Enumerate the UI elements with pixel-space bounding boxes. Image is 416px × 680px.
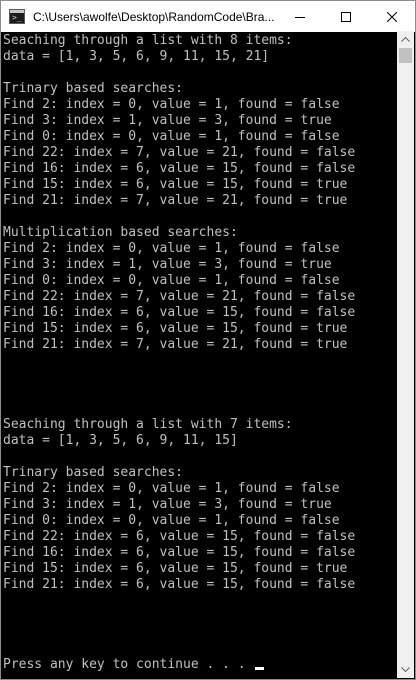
console-line: data = [1, 3, 5, 6, 9, 11, 15]	[3, 433, 238, 449]
console-line: Find 2: index = 0, value = 1, found = fa…	[3, 481, 340, 497]
scroll-thumb[interactable]	[399, 48, 412, 63]
console-line-text: Find 0: index = 0, value = 1, found = fa…	[3, 513, 340, 528]
maximize-button[interactable]	[323, 1, 369, 32]
text-cursor	[255, 667, 265, 670]
scroll-up-button[interactable]	[397, 31, 414, 48]
console-line: Find 22: index = 7, value = 21, found = …	[3, 145, 355, 161]
console-line-text: Find 15: index = 6, value = 15, found = …	[3, 561, 348, 576]
console-line: Seaching through a list with 8 items:	[3, 33, 293, 49]
console-line-text: Find 16: index = 6, value = 15, found = …	[3, 305, 356, 320]
console-line-text: Find 15: index = 6, value = 15, found = …	[3, 177, 348, 192]
console-line: Find 2: index = 0, value = 1, found = fa…	[3, 97, 340, 113]
console-line-text: data = [1, 3, 5, 6, 9, 11, 15, 21]	[3, 49, 270, 64]
console-line: data = [1, 3, 5, 6, 9, 11, 15, 21]	[3, 49, 269, 65]
console-line: Find 3: index = 1, value = 3, found = tr…	[3, 113, 332, 129]
console-app-icon-prompt: >_	[12, 13, 22, 22]
close-icon	[387, 11, 397, 22]
console-line: Find 22: index = 7, value = 21, found = …	[3, 289, 355, 305]
console-line-text: Find 22: index = 7, value = 21, found = …	[3, 289, 356, 304]
close-button[interactable]	[369, 1, 415, 32]
scroll-down-button[interactable]	[397, 661, 414, 678]
console-line-text: Find 22: index = 6, value = 15, found = …	[3, 529, 356, 544]
console-line-text: Find 2: index = 0, value = 1, found = fa…	[3, 241, 340, 256]
console-line: Seaching through a list with 7 items:	[3, 417, 293, 433]
scroll-down-arrow-icon	[401, 667, 410, 672]
console-line: Find 15: index = 6, value = 15, found = …	[3, 321, 347, 337]
console-line: Find 21: index = 7, value = 21, found = …	[3, 337, 347, 353]
console-line-text: Seaching through a list with 7 items:	[3, 417, 293, 432]
console-line: Multiplication based searches:	[3, 225, 238, 241]
console-line-text: Find 0: index = 0, value = 1, found = fa…	[3, 273, 340, 288]
console-line-text: Find 3: index = 1, value = 3, found = tr…	[3, 113, 332, 128]
console-line: Find 16: index = 6, value = 15, found = …	[3, 305, 355, 321]
console-line: Find 21: index = 6, value = 15, found = …	[3, 577, 355, 593]
console-line-text: Find 22: index = 7, value = 21, found = …	[3, 145, 356, 160]
console-line-text: Find 16: index = 6, value = 15, found = …	[3, 545, 356, 560]
console-app-icon[interactable]: >_	[9, 9, 25, 24]
console-line-text: Multiplication based searches:	[3, 225, 238, 240]
console-line: Find 16: index = 6, value = 15, found = …	[3, 161, 355, 177]
console-line: Find 15: index = 6, value = 15, found = …	[3, 561, 347, 577]
console-line-text: Find 21: index = 7, value = 21, found = …	[3, 337, 348, 352]
console-line: Press any key to continue . . .	[3, 657, 265, 673]
console-line: Find 0: index = 0, value = 1, found = fa…	[3, 513, 340, 529]
console-line-text: Trinary based searches:	[3, 465, 184, 480]
console-output[interactable]: Seaching through a list with 8 items: dat…	[1, 32, 398, 679]
console-line: Trinary based searches:	[3, 465, 183, 481]
console-line-text: Seaching through a list with 8 items:	[3, 33, 293, 48]
console-line: Find 22: index = 6, value = 15, found = …	[3, 529, 355, 545]
console-line-text: Find 15: index = 6, value = 15, found = …	[3, 321, 348, 336]
console-line-text: Find 2: index = 0, value = 1, found = fa…	[3, 481, 340, 496]
console-line-text: Find 16: index = 6, value = 15, found = …	[3, 161, 356, 176]
console-line-text: Trinary based searches:	[3, 81, 184, 96]
minimize-button[interactable]	[277, 1, 323, 32]
maximize-icon	[341, 11, 351, 22]
console-line-text: Find 2: index = 0, value = 1, found = fa…	[3, 97, 340, 112]
console-line-text: Press any key to continue . . .	[3, 657, 254, 672]
console-line-text: data = [1, 3, 5, 6, 9, 11, 15]	[3, 433, 238, 448]
console-line-text: Find 0: index = 0, value = 1, found = fa…	[3, 129, 340, 144]
console-line-text: Find 3: index = 1, value = 3, found = tr…	[3, 497, 332, 512]
vertical-scrollbar[interactable]	[397, 31, 414, 678]
console-line: Find 0: index = 0, value = 1, found = fa…	[3, 273, 340, 289]
console-line-text: Find 21: index = 7, value = 21, found = …	[3, 193, 348, 208]
console-window: >_ C:\Users\awolfe\Desktop\RandomCode\Br…	[0, 0, 416, 680]
minimize-icon	[295, 16, 305, 18]
title-bar[interactable]: >_ C:\Users\awolfe\Desktop\RandomCode\Br…	[1, 1, 415, 32]
console-line: Find 16: index = 6, value = 15, found = …	[3, 545, 355, 561]
console-line: Find 0: index = 0, value = 1, found = fa…	[3, 129, 340, 145]
window-title: C:\Users\awolfe\Desktop\RandomCode\Bra..…	[33, 10, 275, 24]
scroll-up-arrow-icon	[401, 37, 410, 42]
console-line: Find 21: index = 7, value = 21, found = …	[3, 193, 347, 209]
console-line: Find 3: index = 1, value = 3, found = tr…	[3, 497, 332, 513]
console-line-text: Find 21: index = 6, value = 15, found = …	[3, 577, 356, 592]
console-line: Find 15: index = 6, value = 15, found = …	[3, 177, 347, 193]
console-line: Find 3: index = 1, value = 3, found = tr…	[3, 257, 332, 273]
console-line-text: Find 3: index = 1, value = 3, found = tr…	[3, 257, 332, 272]
console-line: Trinary based searches:	[3, 81, 183, 97]
console-line: Find 2: index = 0, value = 1, found = fa…	[3, 241, 340, 257]
